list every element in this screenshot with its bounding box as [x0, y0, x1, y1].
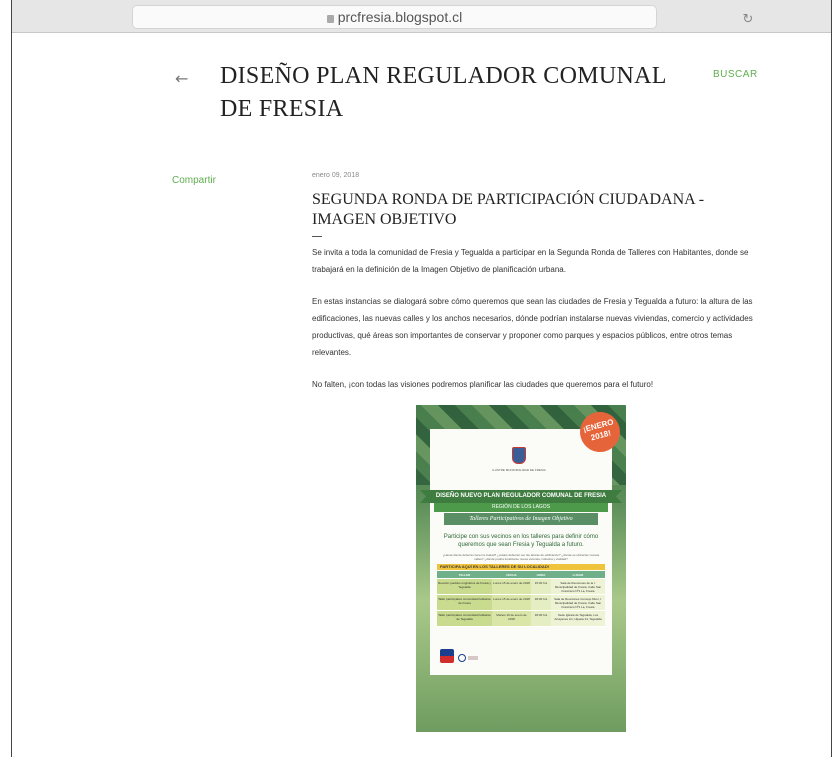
- poster-table-cell: Sede Iglesia de Tegualda, Los Arrayanes …: [551, 611, 605, 626]
- post-paragraph: En estas instancias se dialogará sobre c…: [312, 297, 753, 357]
- poster-table-header: FECHA: [492, 571, 531, 578]
- poster-table-row: Reunión pueblos originarios de Fresia y …: [437, 579, 605, 595]
- title-divider: [312, 236, 322, 237]
- post-paragraph: No falten, ¡con todas las visiones podre…: [312, 380, 654, 389]
- poster-table-cell: Martes 16 de enero de 2018: [492, 611, 531, 626]
- poster-small-text: ¿Hasta dónde debería crecer la ciudad? ¿…: [442, 553, 600, 561]
- reload-icon[interactable]: ↻: [741, 13, 755, 27]
- poster-table-cell: Reunión pueblos originarios de Fresia y …: [437, 579, 492, 594]
- poster-table-cell: Sala de Reuniones de la I. Municipalidad…: [551, 579, 605, 594]
- poster-municipality: ILUSTRE MUNICIPALIDAD DE FRESIA: [492, 468, 546, 472]
- poster-lead-text: Participe con sus vecinos en los tallere…: [443, 534, 599, 548]
- poster-main-banner: DISEÑO NUEVO PLAN REGULADOR COMUNAL DE F…: [420, 490, 622, 503]
- event-poster-image[interactable]: ¡ENERO 2018! ILUSTRE MUNICIPALIDAD DE FR…: [416, 405, 626, 732]
- post-title: SEGUNDA RONDA DE PARTICIPACIÓN CIUDADANA…: [312, 191, 705, 228]
- partner-logo-icon: [458, 654, 466, 662]
- poster-table-cell: 18:00 hrs: [531, 595, 551, 610]
- browser-toolbar: prcfresia.blogspot.cl ↻: [12, 0, 831, 33]
- poster-table-heading: PARTICIPA AQUÍ EN LOS TALLERES DE SU LOC…: [437, 564, 605, 570]
- poster-table-header: TALLER: [437, 571, 492, 578]
- poster-table-header: LUGAR: [551, 571, 605, 578]
- post-paragraph: Se invita a toda la comunidad de Fresia …: [312, 248, 749, 274]
- poster-table-header-row: TALLER FECHA HORA LUGAR: [437, 571, 605, 579]
- poster-table-cell: Taller participativo comunidad habitante…: [437, 611, 492, 626]
- poster-table-cell: Lunes 15 de enero de 2018: [492, 579, 531, 594]
- share-button[interactable]: Compartir: [172, 175, 216, 186]
- poster-table-cell: Taller participativo comunidad habitante…: [437, 595, 492, 610]
- post-date: enero 09, 2018: [312, 172, 360, 179]
- poster-table-row: Taller participativo comunidad habitante…: [437, 611, 605, 627]
- poster-table-header: HORA: [531, 571, 551, 578]
- poster-schedule-table: TALLER FECHA HORA LUGAR Reunión pueblos …: [437, 571, 605, 641]
- window-right-edge: [831, 0, 837, 757]
- poster-table-cell: 18:00 hrs: [531, 611, 551, 626]
- url-display[interactable]: prcfresia.blogspot.cl: [132, 5, 657, 29]
- poster-region-banner: REGIÓN DE LOS LAGOS: [434, 503, 608, 512]
- window-left-edge: [0, 0, 12, 757]
- partner-wordmark-icon: [468, 656, 478, 660]
- lock-icon: [326, 15, 334, 23]
- post: enero 09, 2018 SEGUNDA RONDA DE PARTICIP…: [312, 172, 762, 393]
- address-bar[interactable]: prcfresia.blogspot.cl ↻: [132, 5, 753, 29]
- blog-title[interactable]: DISEÑO PLAN REGULADOR COMUNAL DE FRESIA: [220, 60, 700, 126]
- post-body: Se invita a toda la comunidad de Fresia …: [312, 244, 762, 393]
- poster-table-cell: 15:00 hrs: [531, 579, 551, 594]
- poster-table-row: Taller participativo comunidad habitante…: [437, 595, 605, 611]
- blog-page: ← DISEÑO PLAN REGULADOR COMUNAL DE FRESI…: [13, 34, 830, 757]
- poster-subtitle-banner: Talleres Participativos de Imagen Objeti…: [444, 513, 598, 525]
- municipality-crest-icon: [512, 447, 526, 464]
- government-logo-icon: [440, 649, 454, 663]
- poster-table-cell: Sala de Reuniones Concejo Muni, I. Munic…: [551, 595, 605, 610]
- search-button[interactable]: BUSCAR: [713, 69, 758, 80]
- url-text: prcfresia.blogspot.cl: [337, 9, 463, 25]
- back-arrow-icon[interactable]: ←: [175, 69, 188, 88]
- poster-table-cell: Lunes 15 de enero de 2018: [492, 595, 531, 610]
